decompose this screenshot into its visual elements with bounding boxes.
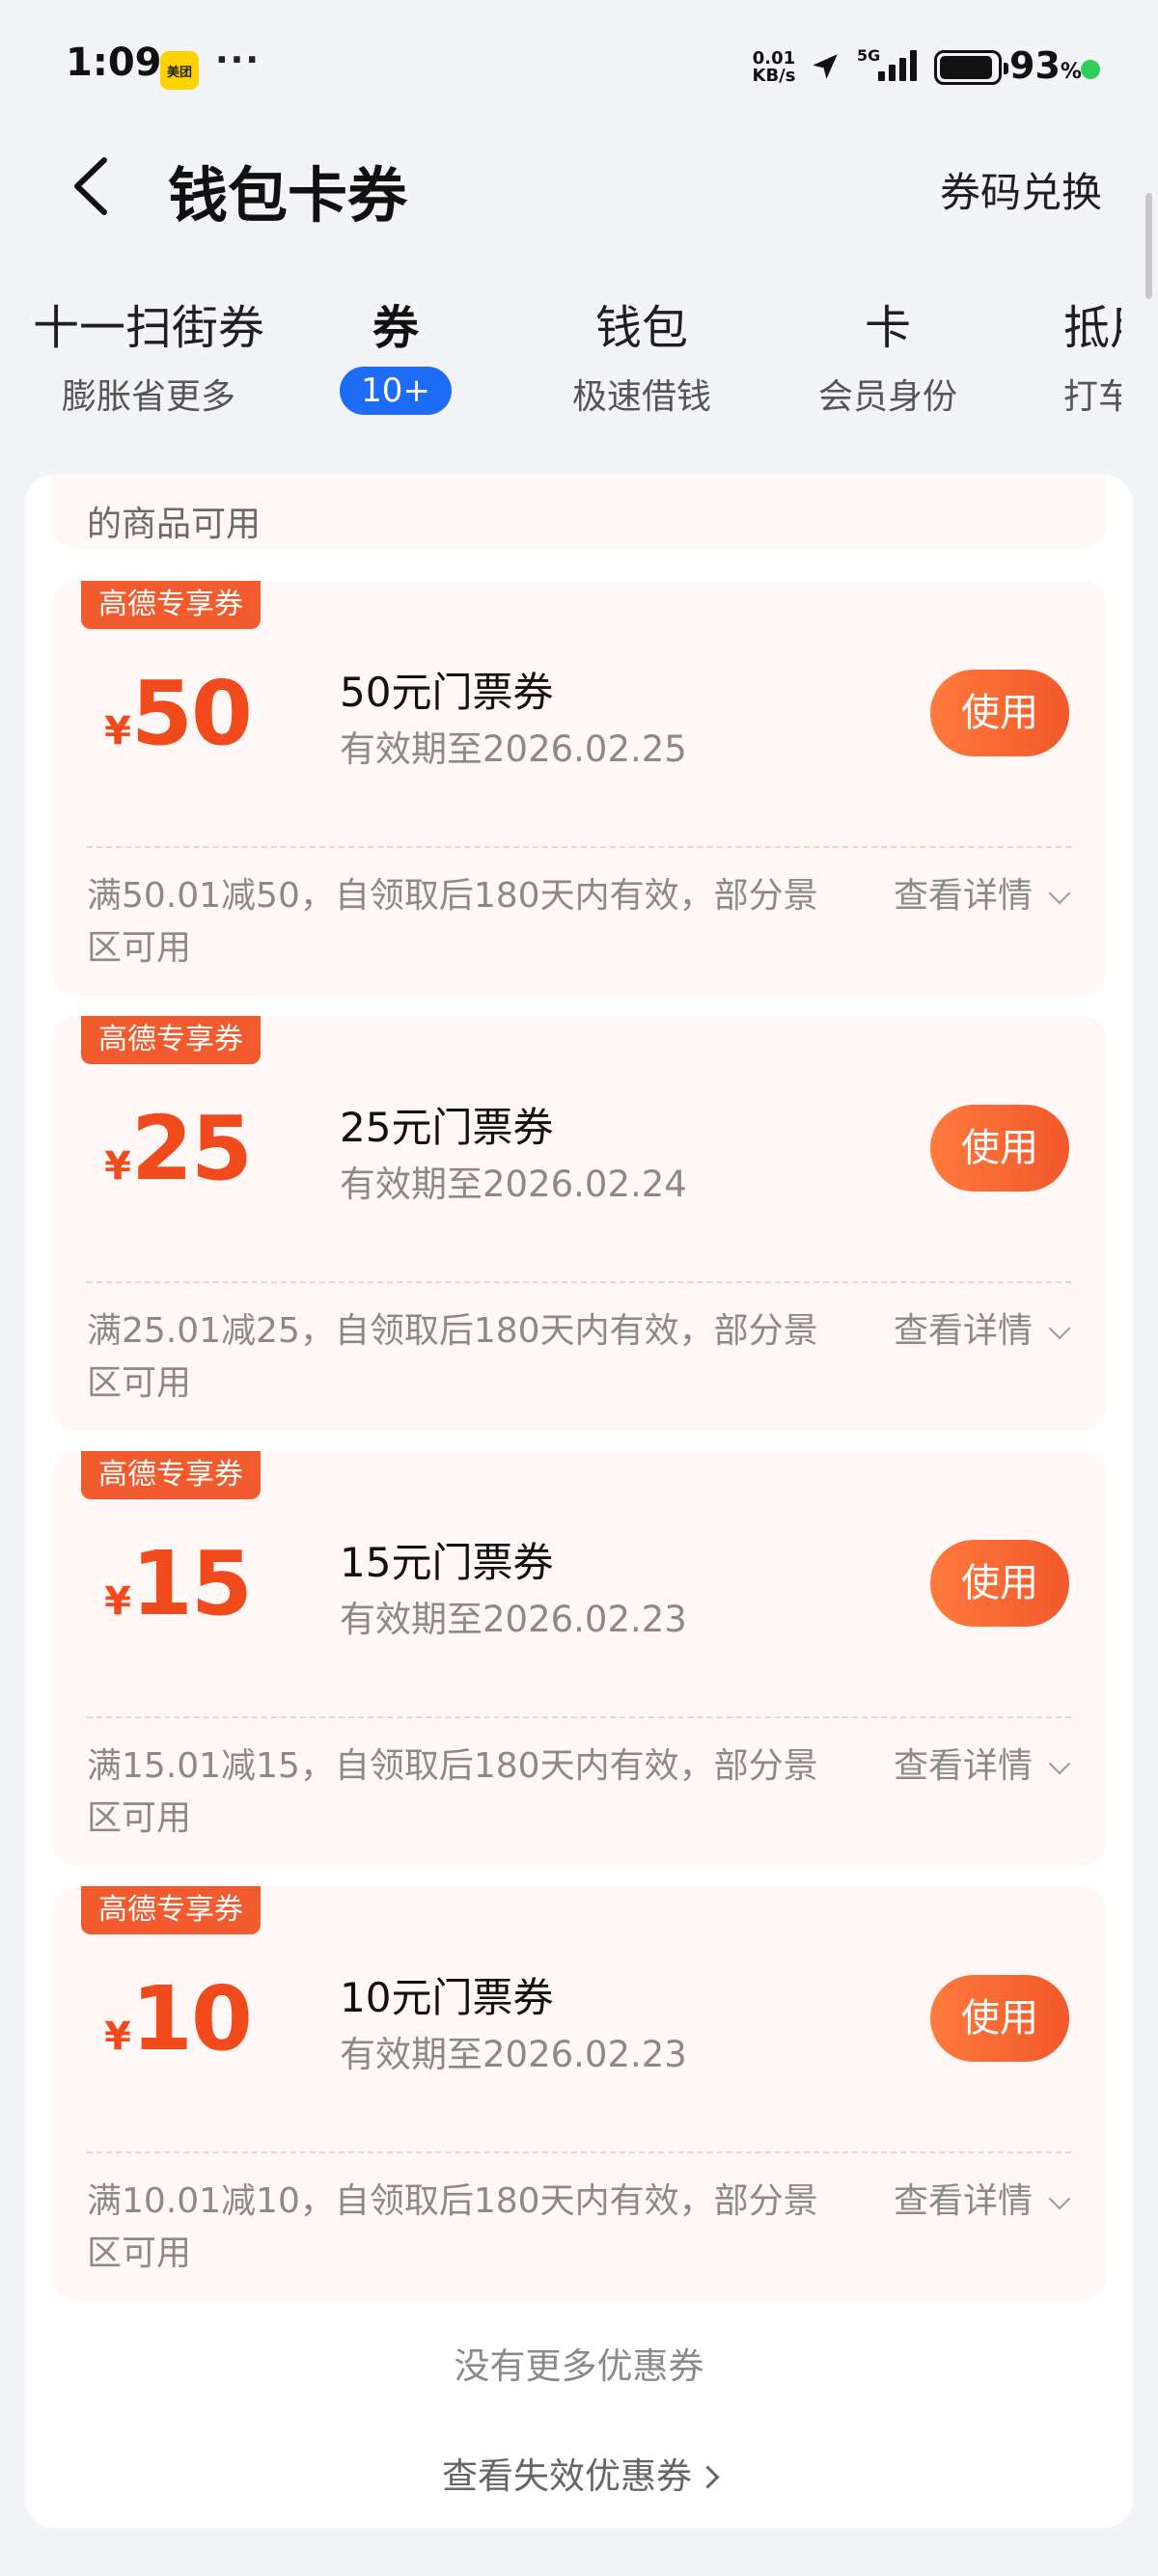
view-details-link[interactable]: 查看详情 bbox=[894, 870, 1071, 922]
coupon-rules: 满25.01减25，自领取后180天内有效，部分景区可用 bbox=[87, 1311, 818, 1403]
tab-vouchers[interactable]: 抵用 打车 bbox=[1063, 289, 1121, 419]
coupon-amount: ¥25 bbox=[104, 1097, 253, 1200]
coupon-title: 50元门票券 bbox=[340, 669, 554, 716]
back-arrow-icon[interactable] bbox=[64, 152, 122, 220]
chevron-down-icon bbox=[1048, 1317, 1071, 1340]
use-coupon-button[interactable]: 使用 bbox=[930, 1975, 1069, 2062]
coupon-title: 15元门票券 bbox=[340, 1539, 554, 1586]
coupon-list: 的商品可用 高德专享券 ¥50 50元门票券 有效期至2026.02.25 使用… bbox=[25, 475, 1133, 2528]
coupon-amount: ¥50 bbox=[104, 662, 253, 765]
status-bar: 1:09 美团 ··· 0.01 KB/s 5G 93% bbox=[0, 0, 1158, 145]
dashed-divider bbox=[87, 1716, 1071, 1718]
network-type: 5G bbox=[857, 46, 881, 65]
coupon-expiry: 有效期至2026.02.23 bbox=[340, 2034, 687, 2075]
coupon-card[interactable]: 高德专享券 ¥10 10元门票券 有效期至2026.02.23 使用 满10.0… bbox=[52, 1886, 1106, 2301]
location-icon bbox=[813, 54, 838, 79]
chevron-down-icon bbox=[1048, 2187, 1071, 2210]
use-coupon-button[interactable]: 使用 bbox=[930, 1105, 1069, 1192]
coupon-expiry: 有效期至2026.02.23 bbox=[340, 1599, 687, 1640]
chevron-down-icon bbox=[1048, 1752, 1071, 1775]
coupon-amount: ¥15 bbox=[104, 1532, 253, 1635]
tab-wallet[interactable]: 钱包 极速借钱 bbox=[518, 289, 765, 419]
view-details-link[interactable]: 查看详情 bbox=[894, 2176, 1071, 2228]
scrollbar[interactable] bbox=[1145, 193, 1152, 299]
coupon-rules: 满15.01减15，自领取后180天内有效，部分景区可用 bbox=[87, 1746, 818, 1838]
coupon-amount: ¥10 bbox=[104, 1967, 253, 2070]
more-notifications-icon: ··· bbox=[215, 41, 262, 80]
cellular-signal-icon: 5G bbox=[857, 46, 924, 85]
use-coupon-button[interactable]: 使用 bbox=[930, 670, 1069, 756]
coupon-title: 10元门票券 bbox=[340, 1974, 554, 2021]
meituan-app-icon: 美团 bbox=[160, 51, 199, 90]
view-expired-coupons-link[interactable]: 查看失效优惠券 bbox=[25, 2447, 1133, 2499]
view-details-link[interactable]: 查看详情 bbox=[894, 1740, 1071, 1793]
use-coupon-button[interactable]: 使用 bbox=[930, 1540, 1069, 1627]
tab-cards[interactable]: 卡 会员身份 bbox=[764, 289, 1011, 419]
coupon-card-partial[interactable]: 的商品可用 bbox=[52, 475, 1106, 549]
coupon-rules: 满50.01减50，自领取后180天内有效，部分景区可用 bbox=[87, 876, 818, 968]
status-time: 1:09 bbox=[66, 41, 162, 85]
page-title: 钱包卡券 bbox=[168, 160, 408, 231]
chevron-right-icon bbox=[696, 2465, 720, 2489]
coupon-card[interactable]: 高德专享券 ¥50 50元门票券 有效期至2026.02.25 使用 满50.0… bbox=[52, 581, 1106, 996]
dashed-divider bbox=[87, 846, 1071, 848]
view-details-link[interactable]: 查看详情 bbox=[894, 1305, 1071, 1357]
coupon-tag: 高德专享券 bbox=[81, 581, 261, 629]
battery-percent: 93% bbox=[1009, 44, 1082, 87]
redeem-code-button[interactable]: 券码兑换 bbox=[940, 160, 1102, 219]
dashed-divider bbox=[87, 1281, 1071, 1283]
dashed-divider bbox=[87, 2151, 1071, 2153]
chevron-down-icon bbox=[1048, 882, 1071, 905]
battery-icon bbox=[934, 50, 1008, 85]
tab-coupons[interactable]: 券 10+ bbox=[272, 289, 519, 415]
coupon-rules: 满10.01减10，自领取后180天内有效，部分景区可用 bbox=[87, 2181, 818, 2273]
no-more-coupons-text: 没有更多优惠券 bbox=[454, 2345, 704, 2387]
network-speed: 0.01 KB/s bbox=[752, 48, 796, 86]
coupon-title: 25元门票券 bbox=[340, 1104, 554, 1151]
coupon-card[interactable]: 高德专享券 ¥15 15元门票券 有效期至2026.02.23 使用 满15.0… bbox=[52, 1451, 1106, 1866]
coupon-count-badge: 10+ bbox=[340, 367, 452, 415]
coupon-tag: 高德专享券 bbox=[81, 1886, 261, 1934]
coupon-card[interactable]: 高德专享券 ¥25 25元门票券 有效期至2026.02.24 使用 满25.0… bbox=[52, 1016, 1106, 1431]
privacy-indicator-dot bbox=[1081, 60, 1100, 79]
coupon-expiry: 有效期至2026.02.25 bbox=[340, 728, 687, 770]
coupon-expiry: 有效期至2026.02.24 bbox=[340, 1164, 687, 1205]
tab-saojie-coupon[interactable]: 十一扫街券 膨胀省更多 bbox=[25, 289, 272, 419]
coupon-tag: 高德专享券 bbox=[81, 1016, 261, 1064]
coupon-tag: 高德专享券 bbox=[81, 1451, 261, 1499]
category-tabs: 十一扫街券 膨胀省更多 券 10+ 钱包 极速借钱 卡 会员身份 抵用 打车 bbox=[0, 289, 1158, 434]
